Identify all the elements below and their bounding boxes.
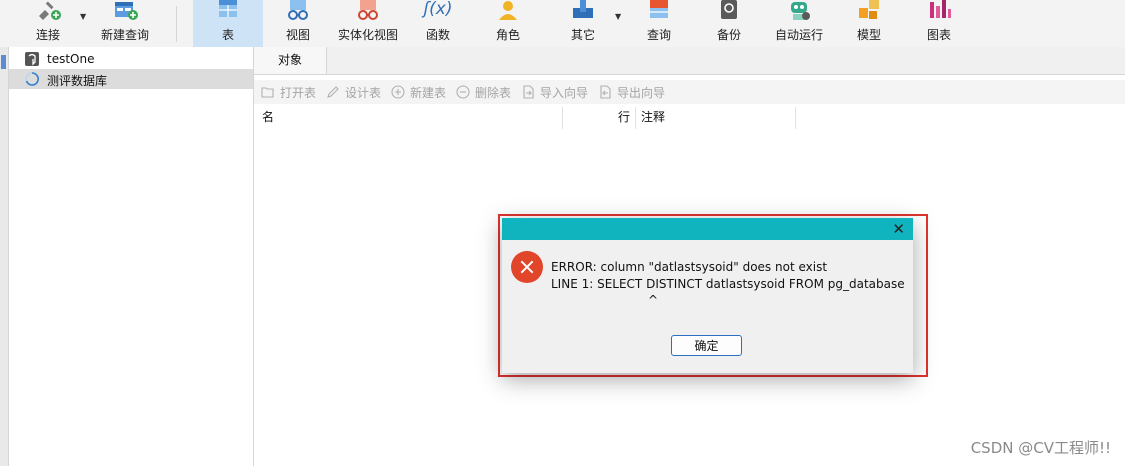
export-icon: [600, 85, 611, 99]
close-icon[interactable]: ✕: [892, 219, 905, 239]
watermark-text: CSDN @CV工程师!!: [970, 439, 1111, 457]
delete-table-label: 删除表: [475, 86, 512, 100]
model-label: 模型: [856, 28, 881, 42]
toolbar-separator: [176, 6, 177, 42]
query-label: 查询: [646, 28, 671, 42]
delete-table-button[interactable]: 删除表: [456, 83, 518, 101]
database-loading-icon: [25, 72, 39, 86]
open-table-label: 打开表: [280, 86, 317, 100]
column-comment[interactable]: 注释: [641, 105, 665, 129]
backup-button[interactable]: 备份: [703, 0, 755, 47]
export-wizard-label: 导出向导: [617, 86, 666, 100]
role-button[interactable]: 角色: [483, 0, 533, 47]
role-label: 角色: [495, 28, 520, 42]
object-list-header: 名 行 注释: [254, 105, 1125, 129]
import-wizard-label: 导入向导: [540, 86, 589, 100]
automation-button[interactable]: 自动运行: [770, 0, 828, 47]
plug-icon: [39, 1, 61, 20]
new-query-label: 新建查询: [100, 28, 149, 42]
error-icon: [511, 251, 543, 283]
error-message-line1: ERROR: column "datlastsysoid" does not e…: [551, 260, 828, 274]
tree-item-label: 测评数据库: [47, 74, 108, 88]
design-table-button[interactable]: 设计表: [326, 83, 388, 101]
column-rows[interactable]: 行: [618, 105, 630, 129]
export-wizard-button[interactable]: 导出向导: [598, 83, 672, 101]
other-icon: [573, 0, 593, 18]
design-table-label: 设计表: [345, 86, 382, 100]
dialog-title-bar: ✕: [502, 218, 913, 240]
model-button[interactable]: 模型: [845, 0, 893, 47]
connection-tree: testOne 测评数据库: [9, 47, 254, 466]
tree-item-database[interactable]: 测评数据库: [9, 69, 253, 89]
view-button[interactable]: 视图: [274, 0, 322, 47]
ok-button[interactable]: 确定: [671, 335, 742, 356]
column-divider[interactable]: [635, 107, 636, 129]
main-toolbar: 连接 ▼ 新建查询 表 视图 实体化视图 ʃ(x) 函数 角色 其它 ▼ 查询 …: [0, 0, 1125, 48]
error-caret-line: ^: [648, 293, 659, 307]
table-icon: [219, 0, 237, 17]
other-label: 其它: [570, 28, 595, 42]
new-table-button[interactable]: 新建表: [391, 83, 453, 101]
view-label: 视图: [285, 28, 310, 42]
robot-icon: [791, 2, 810, 20]
materialized-view-button[interactable]: 实体化视图: [333, 0, 403, 47]
left-edge-strip: [0, 47, 9, 466]
view-icon: [288, 0, 308, 20]
open-table-button[interactable]: 打开表: [261, 83, 323, 101]
error-dialog: ✕ ERROR: column "datlastsysoid" does not…: [502, 218, 913, 373]
table-button[interactable]: 表: [193, 0, 263, 47]
error-message-line2: LINE 1: SELECT DISTINCT datlastsysoid FR…: [551, 277, 905, 291]
table-label: 表: [221, 28, 234, 42]
folder-open-icon: [261, 87, 274, 98]
query-button[interactable]: 查询: [633, 0, 685, 47]
other-dropdown-caret[interactable]: ▼: [615, 12, 621, 21]
role-icon: [499, 1, 517, 20]
new-table-label: 新建表: [410, 86, 447, 100]
new-query-icon: [115, 2, 138, 20]
function-button[interactable]: ʃ(x) 函数: [412, 0, 464, 47]
materialized-view-label: 实体化视图: [337, 28, 398, 42]
chart-icon: [930, 0, 951, 18]
backup-icon: [721, 0, 737, 19]
connect-label: 连接: [35, 28, 60, 42]
column-divider[interactable]: [795, 107, 796, 129]
connect-button[interactable]: 连接: [19, 0, 77, 47]
materialized-view-icon: [358, 0, 378, 20]
tab-objects[interactable]: 对象: [254, 47, 327, 74]
import-wizard-button[interactable]: 导入向导: [521, 83, 595, 101]
tree-item-label: testOne: [47, 52, 95, 66]
backup-label: 备份: [716, 28, 741, 42]
column-divider[interactable]: [562, 107, 563, 129]
automation-label: 自动运行: [774, 28, 823, 42]
minus-circle-icon: [456, 85, 470, 99]
new-query-button[interactable]: 新建查询: [97, 0, 153, 47]
edge-marker: [1, 55, 6, 69]
column-name[interactable]: 名: [262, 105, 274, 129]
postgres-connection-icon: [25, 52, 39, 66]
plus-circle-icon: [391, 85, 405, 99]
model-icon: [859, 0, 879, 19]
query-icon: [650, 0, 668, 18]
tab-bar: 对象: [254, 47, 1125, 75]
chart-button[interactable]: 图表: [915, 0, 963, 47]
pencil-icon: [327, 86, 339, 98]
connect-dropdown-caret[interactable]: ▼: [80, 12, 86, 21]
chart-label: 图表: [926, 28, 951, 42]
other-button[interactable]: 其它: [557, 0, 609, 47]
function-icon: ʃ(x): [423, 0, 453, 19]
tree-item-testone[interactable]: testOne: [9, 49, 253, 69]
import-icon: [523, 85, 534, 99]
function-label: 函数: [425, 28, 450, 42]
object-toolbar: 打开表 设计表 新建表 删除表 导入向导 导出向导: [254, 80, 1125, 104]
